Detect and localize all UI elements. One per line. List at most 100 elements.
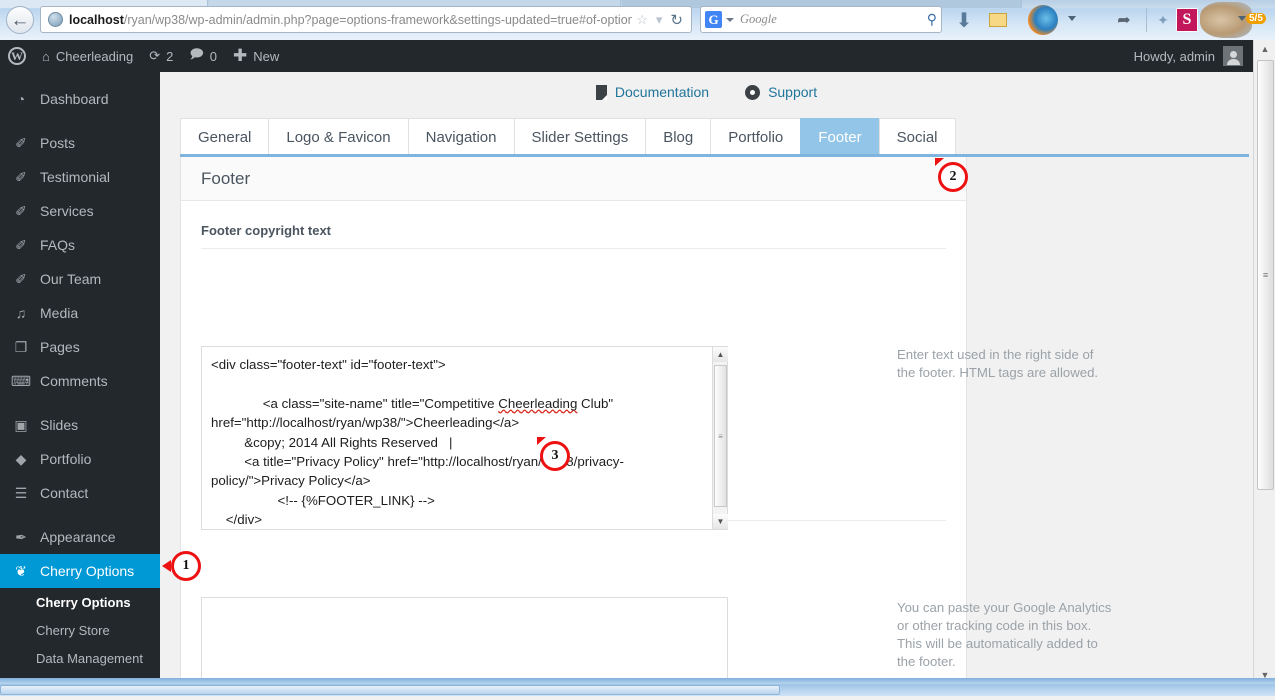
sidebar-item-label: FAQs	[40, 237, 75, 253]
sidebar-item-label: Services	[40, 203, 94, 219]
tab-navigation[interactable]: Navigation	[408, 118, 515, 156]
sidebar-item-contact[interactable]: ☰Contact	[0, 476, 160, 510]
new-content-menu[interactable]: ✚ New	[225, 40, 287, 72]
tab-social[interactable]: Social	[879, 118, 956, 156]
reload-icon[interactable]: ↻	[666, 11, 687, 29]
sidebar-item-portfolio[interactable]: ◆Portfolio	[0, 442, 160, 476]
sidebar-item-dashboard[interactable]: ◔Dashboard	[0, 82, 160, 116]
brush-icon: ✒	[11, 527, 31, 547]
sidebar-item-testimonial[interactable]: ✐ Testimonial	[0, 160, 160, 194]
addon-counter-badge[interactable]: 5/5	[1246, 12, 1266, 24]
url-path: /ryan/wp38/wp-admin/admin.php?page=optio…	[124, 13, 632, 27]
chevron-down-icon[interactable]	[1068, 16, 1076, 21]
scroll-up-icon[interactable]: ▲	[1254, 40, 1275, 58]
tab-portfolio[interactable]: Portfolio	[710, 118, 801, 156]
wp-logo-menu[interactable]: W	[0, 40, 34, 72]
lifebuoy-icon	[745, 85, 760, 100]
sidebar-item-label: Cherry Options	[40, 563, 134, 579]
globe-icon	[48, 12, 63, 27]
sidebar-item-our-team[interactable]: ✐Our Team	[0, 262, 160, 296]
sidebar-separator	[0, 116, 160, 126]
comment-icon: ⌨	[11, 371, 31, 391]
chevron-down-icon[interactable]	[1238, 16, 1246, 21]
scroll-up-icon[interactable]: ▲	[713, 347, 728, 362]
comments-menu[interactable]: 🗩 0	[181, 40, 225, 72]
sidebar-item-label: Testimonial	[40, 169, 110, 185]
search-icon[interactable]: ⚲	[927, 11, 937, 28]
sidebar-item-label: Appearance	[40, 529, 116, 545]
new-label: New	[253, 49, 279, 64]
field-label-footer-copyright: Footer copyright text	[201, 223, 966, 238]
page-horizontal-scrollbar[interactable]	[0, 684, 1275, 696]
footer-copyright-value[interactable]: <div class="footer-text" id="footer-text…	[202, 347, 712, 529]
eyedropper-icon[interactable]: ➦	[1112, 8, 1136, 32]
toolbar-divider	[1146, 8, 1147, 32]
documentation-link[interactable]: Documentation	[596, 84, 709, 100]
pin-icon: ✐	[11, 235, 31, 255]
sidebar-subitem-cherry-options[interactable]: Cherry Options	[0, 588, 160, 616]
account-menu[interactable]: Howdy, admin	[1134, 46, 1253, 66]
chevron-down-icon[interactable]	[726, 18, 734, 22]
page-vertical-scrollbar[interactable]: ▲ ≡ ▼	[1253, 40, 1275, 684]
howdy-label: Howdy, admin	[1134, 49, 1215, 64]
scrollbar-thumb[interactable]: ≡	[1257, 60, 1274, 490]
sidebar-item-appearance[interactable]: ✒ Appearance	[0, 520, 160, 554]
document-icon	[596, 85, 607, 100]
site-name-menu[interactable]: ⌂ Cheerleading	[34, 40, 141, 72]
firefox-home-icon[interactable]	[1020, 4, 1066, 36]
panel-header-links: Documentation Support	[160, 78, 1253, 106]
contact-icon: ☰	[11, 483, 31, 503]
tab-slider-settings[interactable]: Slider Settings	[514, 118, 647, 156]
help-text-footer-copyright: Enter text used in the right side of the…	[897, 346, 1112, 382]
bookmarks-icon[interactable]	[986, 8, 1010, 32]
sidebar-item-list: ◔Dashboard ✐ Posts ✐ Testimonial ✐Services ✐ FA…	[0, 82, 160, 588]
s-addon-icon[interactable]: S	[1176, 8, 1198, 32]
sidebar-separator	[0, 510, 160, 520]
chevron-down-icon[interactable]: ▾	[652, 12, 667, 28]
sidebar-item-label: Posts	[40, 135, 75, 151]
bookmark-star-icon[interactable]: ☆	[632, 12, 652, 28]
tab-general[interactable]: General	[180, 118, 269, 156]
sidebar-subitem-cherry-store[interactable]: Cherry Store	[0, 616, 160, 644]
support-link[interactable]: Support	[745, 84, 817, 100]
url-text: localhost/ryan/wp38/wp-admin/admin.php?p…	[69, 13, 632, 27]
sidebar-item-slides[interactable]: ▣Slides	[0, 408, 160, 442]
browser-search-bar[interactable]: G Google ⚲	[700, 6, 942, 33]
address-bar[interactable]: localhost/ryan/wp38/wp-admin/admin.php?p…	[40, 6, 692, 33]
updates-menu[interactable]: ⟳ 2	[141, 40, 181, 72]
download-icon[interactable]: ⬇	[952, 8, 976, 32]
scrollbar-thumb[interactable]: ≡	[714, 365, 727, 507]
sidebar-item-cherry-options[interactable]: ❦ Cherry Options	[0, 554, 160, 588]
pin-icon: ✐	[11, 167, 31, 187]
textarea-scrollbar[interactable]: ▲ ≡ ▼	[712, 347, 727, 529]
back-arrow-icon[interactable]: ←	[6, 6, 34, 34]
tab-footer[interactable]: Footer	[800, 118, 879, 156]
sidebar-item-comments[interactable]: ⌨Comments	[0, 364, 160, 398]
sidebar-item-label: Pages	[40, 339, 80, 355]
portfolio-icon: ◆	[11, 449, 31, 469]
options-tab-bar: GeneralLogo & FaviconNavigationSlider Se…	[180, 116, 955, 156]
pin-icon: ✐	[11, 133, 31, 153]
sidebar-item-services[interactable]: ✐Services	[0, 194, 160, 228]
scrollbar-thumb[interactable]	[0, 685, 780, 695]
sidebar-item-pages[interactable]: ❐Pages	[0, 330, 160, 364]
media-icon: ♫	[11, 303, 31, 323]
tab-logo-favicon[interactable]: Logo & Favicon	[268, 118, 408, 156]
panel-title: Footer	[181, 157, 966, 201]
sidebar-item-posts[interactable]: ✐ Posts	[0, 126, 160, 160]
scroll-down-icon[interactable]: ▼	[713, 514, 728, 529]
addon-icon[interactable]: ✦	[1152, 8, 1174, 32]
sidebar-subitem-data-management[interactable]: Data Management	[0, 644, 160, 672]
google-icon[interactable]: G	[705, 11, 722, 28]
sidebar-item-media[interactable]: ♫Media	[0, 296, 160, 330]
annotation-tail-1	[162, 560, 171, 572]
tab-blog[interactable]: Blog	[645, 118, 711, 156]
avatar	[1223, 46, 1243, 66]
documentation-label: Documentation	[615, 84, 709, 100]
footer-copyright-textarea[interactable]: <div class="footer-text" id="footer-text…	[201, 346, 728, 530]
sidebar-item-faqs[interactable]: ✐ FAQs	[0, 228, 160, 262]
home-icon: ⌂	[42, 49, 50, 64]
update-icon: ⟳	[149, 48, 160, 64]
cherry-icon: ❦	[11, 561, 31, 581]
main-content: Documentation Support GeneralLogo & Favi…	[160, 72, 1253, 696]
